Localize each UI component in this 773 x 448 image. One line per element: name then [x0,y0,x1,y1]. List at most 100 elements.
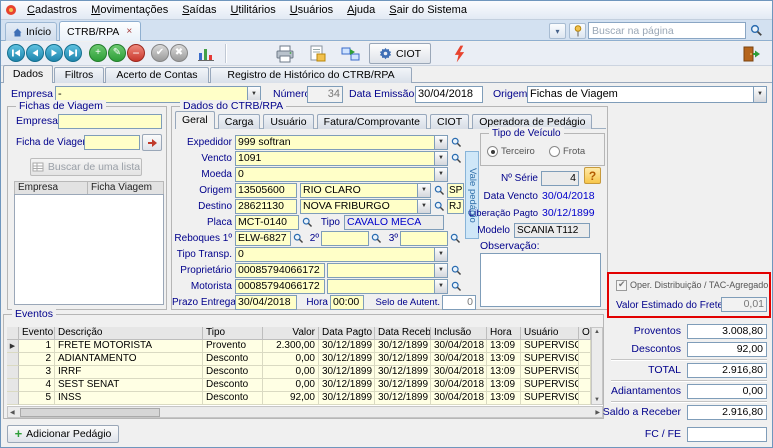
search-icon[interactable] [451,153,464,166]
fichas-ficha-field[interactable] [84,135,140,150]
search-icon[interactable] [450,233,463,246]
menu-item-cadastros[interactable]: Cadastros [20,3,84,17]
search-icon[interactable] [434,201,447,214]
fichas-grid-body[interactable] [14,194,164,305]
averbacao-button[interactable] [448,43,470,64]
destino-uf-field[interactable]: RJ [447,199,464,214]
previous-record-button[interactable] [26,44,44,62]
reboque1-field[interactable]: ELW-6827 [235,231,291,246]
first-record-button[interactable] [7,44,25,62]
tab-ctrb-rpa[interactable]: CTRB/RPA × [59,21,141,41]
next-record-button[interactable] [45,44,63,62]
eventos-row[interactable]: 4SEST SENATDesconto0,0030/12/189930/12/1… [7,379,603,392]
tab-filtros[interactable]: Filtros [54,67,104,83]
destino-cep-field[interactable]: 28621130 [235,199,297,214]
vencto-combo[interactable]: 1091 ▼ [235,151,448,166]
chevron-down-icon[interactable]: ▼ [434,168,447,181]
page-search-input[interactable] [588,22,746,39]
search-icon[interactable] [451,265,464,278]
menu-item-ajuda[interactable]: Ajuda [340,3,382,17]
last-record-button[interactable] [64,44,82,62]
origem-cep-field[interactable]: 13505600 [235,183,297,198]
motorista-doc-field[interactable]: 00085794066172 [235,279,325,294]
pin-button[interactable] [569,23,586,39]
fc-fe-value[interactable] [687,427,767,442]
buscar-lista-button[interactable]: Buscar de uma lista [30,158,142,176]
horizontal-scrollbar[interactable]: ◀ ▶ [7,406,603,418]
reboque3-field[interactable] [400,231,448,246]
eventos-row[interactable]: 2ADIANTAMENTODesconto0,0030/12/189930/12… [7,353,603,366]
proprietario-combo[interactable]: ▼ [327,263,448,278]
tab-inicio[interactable]: Início [5,22,57,41]
menu-item-sair[interactable]: Sair do Sistema [382,3,474,17]
search-icon[interactable] [451,281,464,294]
carregar-ficha-button[interactable] [142,134,162,151]
ciot-button[interactable]: CIOT [369,43,431,64]
tab-usuario[interactable]: Usuário [263,114,313,129]
eventos-row[interactable]: ▶1FRETE MOTORISTAProvento2.300,0030/12/1… [7,340,603,353]
data-emissao-field[interactable]: 30/04/2018 [415,86,483,103]
moeda-combo[interactable]: 0 ▼ [235,167,448,182]
tab-fatura-comprovante[interactable]: Fatura/Comprovante [317,114,427,129]
chevron-down-icon[interactable]: ▼ [434,280,447,293]
cancel-button[interactable]: ✖ [170,44,188,62]
destino-cidade-combo[interactable]: NOVA FRIBURGO ▼ [300,199,431,214]
proprietario-doc-field[interactable]: 00085794066172 [235,263,325,278]
search-icon[interactable] [750,24,763,37]
fichas-empresa-field[interactable] [58,114,162,129]
adicionar-pedagio-button[interactable]: + Adicionar Pedágio [7,425,119,443]
eventos-row[interactable]: 3IRRFDesconto0,0030/12/189930/12/189930/… [7,366,603,379]
radio-frota[interactable] [549,146,560,157]
chevron-down-icon[interactable]: ▼ [434,136,447,149]
transfer-button[interactable] [337,43,363,64]
tab-carga[interactable]: Carga [218,114,261,129]
valor-frete-field[interactable]: 0,01 [721,297,767,312]
origem-combo[interactable]: Fichas de Viagem ▼ [527,86,767,103]
chevron-down-icon[interactable]: ▼ [434,152,447,165]
delete-record-button[interactable]: − [127,44,145,62]
tab-ciot[interactable]: CIOT [430,114,469,129]
reboque2-field[interactable] [321,231,369,246]
menu-item-saidas[interactable]: Saídas [175,3,223,17]
chart-button[interactable] [194,43,218,64]
prazo-entrega-field[interactable]: 30/04/2018 [235,295,297,310]
print-button[interactable] [271,43,299,64]
tipo-transp-combo[interactable]: 0 ▼ [235,247,448,262]
edit-record-button[interactable]: ✎ [108,44,126,62]
chevron-down-icon[interactable]: ▼ [417,184,430,197]
search-icon[interactable] [451,137,464,150]
chevron-down-icon[interactable]: ▼ [434,264,447,277]
scroll-left-icon[interactable]: ◀ [10,409,15,416]
help-button[interactable]: ? [584,167,601,184]
radio-terceiro[interactable] [487,146,498,157]
menu-item-utilitarios[interactable]: Utilitários [223,3,282,17]
hora-field[interactable]: 00:00 [330,295,364,310]
chevron-down-icon[interactable]: ▼ [753,87,766,102]
selo-autent-field[interactable]: 0 [442,295,476,310]
chevron-down-icon[interactable]: ▼ [417,200,430,213]
menu-item-movimentacoes[interactable]: Movimentações [84,3,175,17]
origem-uf-field[interactable]: SP [447,183,464,198]
motorista-combo[interactable]: ▼ [327,279,448,294]
chevron-button[interactable]: ▾ [549,23,566,39]
add-record-button[interactable]: + [89,44,107,62]
document-button[interactable] [304,43,330,64]
origem-cidade-combo[interactable]: RIO CLARO ▼ [300,183,431,198]
eventos-row[interactable]: 5INSSDesconto92,0030/12/189930/12/189930… [7,392,603,405]
search-icon[interactable] [371,233,384,246]
observacao-textarea[interactable] [480,253,601,307]
tab-acerto-de-contas[interactable]: Acerto de Contas [105,67,209,83]
tab-registro-historico[interactable]: Registro de Histórico do CTRB/RPA [210,67,412,83]
chevron-down-icon[interactable]: ▼ [434,248,447,261]
confirm-button[interactable]: ✔ [151,44,169,62]
scrollbar-thumb[interactable] [20,408,160,417]
expedidor-combo[interactable]: 999 softran ▼ [235,135,448,150]
close-icon[interactable]: × [126,27,132,37]
menu-item-usuarios[interactable]: Usuários [283,3,340,17]
tab-geral[interactable]: Geral [175,111,215,129]
exit-button[interactable] [736,43,766,64]
placa-field[interactable]: MCT-0140 [235,215,299,230]
oper-distribuicao-checkbox[interactable] [616,280,627,291]
tab-dados[interactable]: Dados [3,65,53,83]
search-icon[interactable] [434,185,447,198]
